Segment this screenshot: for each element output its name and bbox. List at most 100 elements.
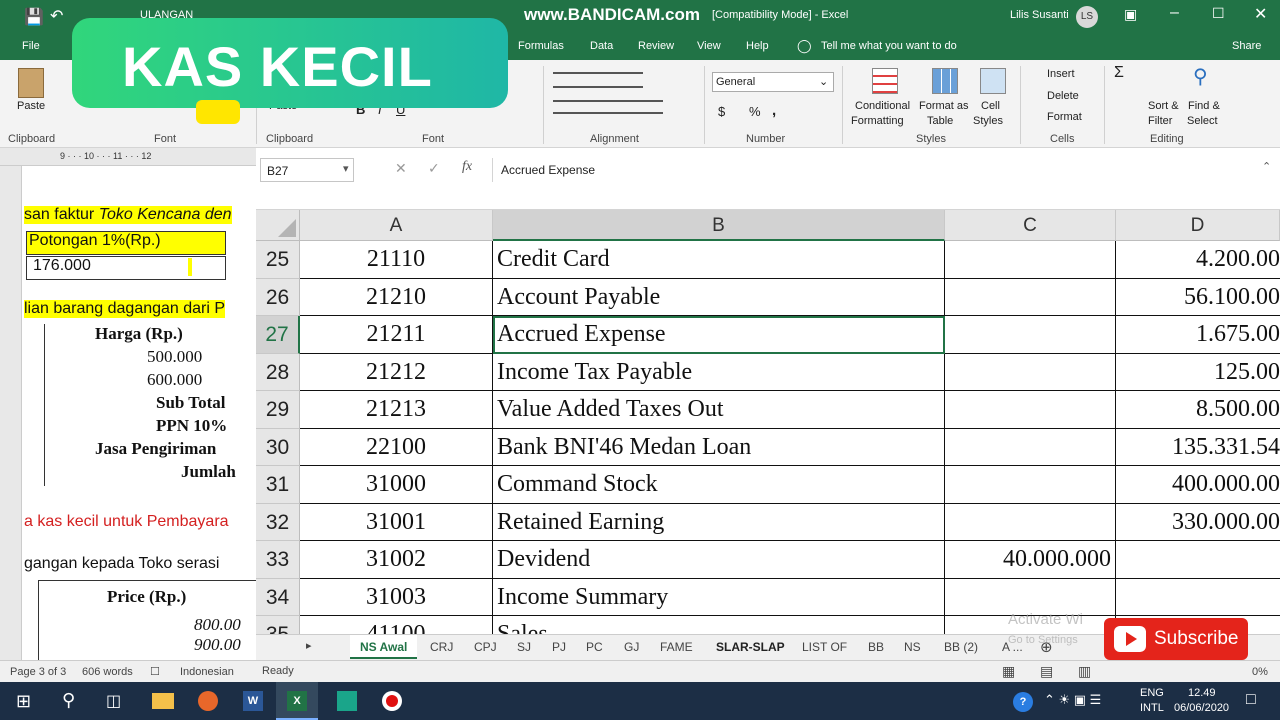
cell-b35[interactable]: Sales bbox=[493, 616, 945, 634]
cell-d26[interactable]: 56.100.00 bbox=[1116, 279, 1280, 316]
sheet-tab[interactable]: BB bbox=[868, 640, 884, 654]
autosum-icon[interactable]: Σ bbox=[1114, 64, 1124, 82]
cell-d34[interactable] bbox=[1116, 579, 1280, 616]
tab-data[interactable]: Data bbox=[590, 40, 613, 52]
cell-c31[interactable] bbox=[945, 466, 1116, 504]
row-header[interactable]: 28 bbox=[256, 353, 300, 391]
cell-b33[interactable]: Devidend bbox=[493, 541, 945, 579]
conditional-formatting-button[interactable]: Conditional bbox=[855, 100, 910, 112]
cell-d30[interactable]: 135.331.54 bbox=[1116, 429, 1280, 466]
close-icon[interactable]: ✕ bbox=[1254, 4, 1267, 24]
row-header[interactable]: 25 bbox=[256, 241, 300, 279]
column-header-d[interactable]: D bbox=[1116, 210, 1280, 241]
sort-filter-button[interactable]: Sort & bbox=[1148, 100, 1179, 112]
paste-button[interactable]: Paste bbox=[17, 100, 45, 112]
record-icon[interactable] bbox=[382, 691, 402, 711]
clock-time[interactable]: 12.49 bbox=[1188, 687, 1216, 699]
app-icon[interactable] bbox=[337, 691, 357, 711]
cell-b28[interactable]: Income Tax Payable bbox=[493, 353, 945, 391]
formula-input[interactable]: Accrued Expense bbox=[492, 158, 1252, 182]
cell-a28[interactable]: 21212 bbox=[300, 353, 493, 391]
cell-d25[interactable]: 4.200.00 bbox=[1116, 241, 1280, 279]
sheet-tab[interactable]: CPJ bbox=[474, 640, 497, 654]
cell-c25[interactable] bbox=[945, 241, 1116, 279]
tab-help[interactable]: Help bbox=[746, 40, 769, 52]
user-name[interactable]: Lilis Susanti bbox=[1010, 9, 1069, 21]
insert-function-icon[interactable]: fx bbox=[462, 159, 472, 175]
row-header[interactable]: 26 bbox=[256, 278, 300, 316]
format-as-table-button[interactable]: Format as bbox=[919, 100, 969, 112]
column-header-a[interactable]: A bbox=[300, 210, 493, 241]
sheet-tab[interactable]: SLAR-SLAP bbox=[716, 640, 785, 654]
cell-a35[interactable]: 41100 bbox=[300, 616, 493, 634]
column-header-c[interactable]: C bbox=[945, 210, 1116, 241]
row-header[interactable]: 34 bbox=[256, 578, 300, 616]
proofing-icon[interactable]: ☐ bbox=[150, 665, 160, 678]
cell-styles-button-2[interactable]: Styles bbox=[973, 115, 1003, 127]
cell-c30[interactable] bbox=[945, 428, 1116, 466]
maximize-icon[interactable]: ☐ bbox=[1212, 5, 1225, 22]
sheet-tab[interactable]: LIST OF bbox=[802, 640, 847, 654]
cell-d28[interactable]: 125.00 bbox=[1116, 354, 1280, 391]
cell-styles-button[interactable]: Cell bbox=[981, 100, 1000, 112]
cell-b31[interactable]: Command Stock bbox=[493, 466, 945, 504]
minimize-icon[interactable]: – bbox=[1170, 4, 1179, 22]
share-button[interactable]: Share bbox=[1232, 40, 1261, 52]
row-header[interactable]: 30 bbox=[256, 428, 300, 466]
cell-a30[interactable]: 22100 bbox=[300, 428, 493, 466]
comma-button[interactable]: , bbox=[772, 102, 776, 119]
sheet-tab[interactable]: CRJ bbox=[430, 640, 453, 654]
cell-a26[interactable]: 21210 bbox=[300, 278, 493, 316]
cell-b29[interactable]: Value Added Taxes Out bbox=[493, 391, 945, 429]
search-icon[interactable]: ⚲ bbox=[62, 690, 75, 711]
zoom-level[interactable]: 0% bbox=[1252, 666, 1268, 678]
format-button[interactable]: Format bbox=[1047, 111, 1082, 123]
page-break-icon[interactable]: ▥ bbox=[1078, 663, 1091, 680]
insert-button[interactable]: Insert bbox=[1047, 68, 1075, 80]
column-header-b[interactable]: B bbox=[493, 210, 945, 241]
find-select-button[interactable]: Find & bbox=[1188, 100, 1220, 112]
avatar[interactable]: LS bbox=[1076, 6, 1098, 28]
cell-d27[interactable]: 1.675.00 bbox=[1116, 316, 1280, 354]
cell-c28[interactable] bbox=[945, 353, 1116, 391]
sheet-tab[interactable]: BB (2) bbox=[944, 640, 978, 654]
subscribe-button[interactable]: Subscribe bbox=[1104, 618, 1248, 660]
normal-view-icon[interactable]: ▦ bbox=[1002, 663, 1015, 680]
input-language[interactable]: ENG bbox=[1140, 687, 1164, 699]
select-all-corner[interactable] bbox=[256, 210, 300, 241]
row-header[interactable]: 27 bbox=[256, 316, 300, 354]
cell-a29[interactable]: 21213 bbox=[300, 391, 493, 429]
clipboard-icon[interactable] bbox=[18, 68, 44, 98]
cell-b32[interactable]: Retained Earning bbox=[493, 503, 945, 541]
firefox-icon[interactable] bbox=[198, 691, 218, 711]
name-box[interactable]: B27 ▾ bbox=[260, 158, 354, 182]
cell-c33[interactable]: 40.000.000 bbox=[945, 541, 1116, 579]
cell-a32[interactable]: 31001 bbox=[300, 503, 493, 541]
cell-b26[interactable]: Account Payable bbox=[493, 278, 945, 316]
cell-a31[interactable]: 31000 bbox=[300, 466, 493, 504]
cell-d31[interactable]: 400.000.00 bbox=[1116, 466, 1280, 504]
align-icons[interactable] bbox=[553, 72, 643, 88]
cell-b30[interactable]: Bank BNI'46 Medan Loan bbox=[493, 428, 945, 466]
sheet-tab[interactable]: NS bbox=[904, 640, 921, 654]
row-header[interactable]: 35 bbox=[256, 616, 300, 634]
language[interactable]: Indonesian bbox=[180, 666, 234, 678]
tab-view[interactable]: View bbox=[697, 40, 721, 52]
tab-file[interactable]: File bbox=[22, 40, 40, 52]
excel-taskbar-icon[interactable]: X bbox=[276, 682, 318, 720]
tab-formulas[interactable]: Formulas bbox=[518, 40, 564, 52]
cell-c32[interactable] bbox=[945, 503, 1116, 541]
cell-b25[interactable]: Credit Card bbox=[493, 241, 945, 279]
cell-c26[interactable] bbox=[945, 278, 1116, 316]
number-format-select[interactable]: General ⌄ bbox=[712, 72, 834, 92]
tray-icons[interactable]: ⌃ ☀ ▣ ☰ bbox=[1044, 692, 1101, 708]
cell-b27[interactable]: Accrued Expense bbox=[493, 316, 945, 354]
ribbon-display-icon[interactable]: ▣ bbox=[1124, 6, 1137, 23]
start-icon[interactable]: ⊞ bbox=[16, 691, 31, 712]
row-header[interactable]: 33 bbox=[256, 541, 300, 579]
find-select-button-2[interactable]: Select bbox=[1187, 115, 1218, 127]
percent-button[interactable]: % bbox=[749, 104, 761, 119]
sheet-tab[interactable]: PJ bbox=[552, 640, 566, 654]
undo-icon[interactable]: ↶ bbox=[50, 6, 63, 26]
help-icon[interactable]: ? bbox=[1013, 692, 1033, 712]
